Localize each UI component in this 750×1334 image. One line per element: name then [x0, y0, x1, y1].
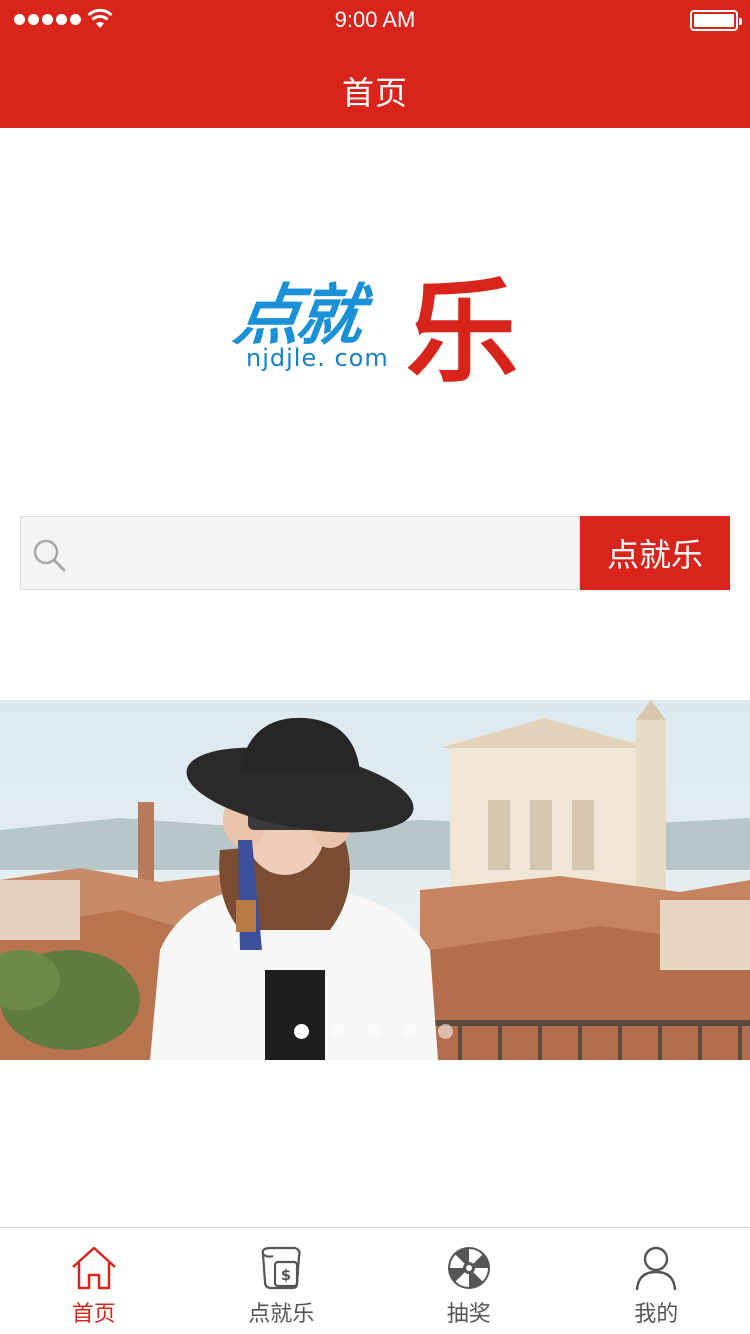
search-icon: [33, 539, 66, 572]
search-field[interactable]: [20, 516, 580, 590]
carousel-dot[interactable]: [402, 1024, 417, 1039]
tab-lottery[interactable]: 抽奖: [375, 1228, 563, 1334]
user-icon: [636, 1246, 677, 1291]
tab-home-label: 首页: [71, 1302, 116, 1327]
carousel-dot[interactable]: [330, 1024, 345, 1039]
bottom-tab-bar: 首页 $ 点就乐 抽奖 我的: [0, 1227, 750, 1334]
carousel-dot[interactable]: [294, 1024, 309, 1039]
money-bag-icon: $: [261, 1246, 301, 1290]
logo-red-text: 乐: [406, 267, 518, 398]
search-bar: 点就乐: [20, 516, 730, 590]
tab-dianjiule-label: 点就乐: [248, 1302, 315, 1327]
tab-mine[interactable]: 我的: [563, 1228, 750, 1334]
page-title: 首页: [341, 74, 408, 112]
svg-text:$: $: [281, 1266, 291, 1284]
search-input[interactable]: [77, 517, 577, 589]
carousel-dot[interactable]: [366, 1024, 381, 1039]
search-button[interactable]: 点就乐: [580, 516, 730, 590]
status-bar: 9:00 AM: [0, 0, 750, 40]
tab-dianjiule[interactable]: $ 点就乐: [188, 1228, 376, 1334]
banner-image: [0, 700, 750, 1060]
carousel-dot[interactable]: [438, 1024, 453, 1039]
home-icon: [71, 1246, 116, 1290]
banner-carousel[interactable]: [0, 700, 750, 1060]
app-header: 9:00 AM 首页: [0, 0, 750, 128]
battery-icon: [690, 10, 742, 31]
brand-logo: 点就 乐 njdjle. com: [230, 256, 526, 398]
tab-lottery-label: 抽奖: [446, 1302, 491, 1327]
status-time: 9:00 AM: [334, 7, 416, 32]
tab-mine-label: 我的: [634, 1302, 679, 1327]
logo-domain: njdjle. com: [246, 344, 389, 372]
tab-home[interactable]: 首页: [0, 1228, 188, 1334]
carousel-indicators: [294, 1024, 453, 1039]
lottery-wheel-icon: [447, 1247, 490, 1289]
